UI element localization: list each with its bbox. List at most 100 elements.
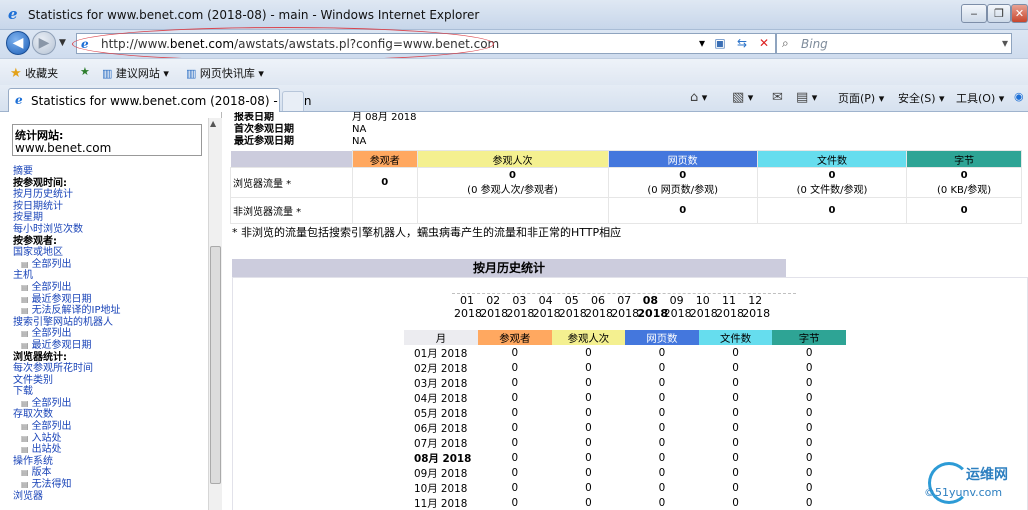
stop-icon[interactable]: ✕ — [754, 33, 774, 53]
menu-link[interactable]: 最近参观日期 — [13, 340, 121, 352]
print-button[interactable]: ▤ ▾ — [796, 90, 817, 105]
table-row: 10月 2018 0 0 0 0 0 — [404, 480, 846, 496]
menu-link[interactable]: 无法反解译的IP地址 — [13, 305, 121, 317]
scroll-thumb[interactable] — [210, 246, 221, 484]
menu-link[interactable]: 全部列出 — [13, 421, 121, 433]
month-number: 05 — [564, 294, 579, 307]
viewed-traffic-row: 浏览器流量 * 0 0 (0 参观人次/参观者) 0 (0 网页数/参观) 0 (0 文件数… — [230, 167, 1022, 198]
menu-link[interactable]: 每小时浏览次数 — [13, 224, 121, 236]
month-number: 12 — [748, 294, 763, 307]
monthly-cell: 0 — [732, 451, 739, 464]
tab-label: Statistics for www.benet.com (2018-08) -… — [31, 94, 312, 108]
month-year: 2018 — [716, 306, 744, 320]
monthly-cell: 0 — [585, 391, 592, 404]
add-favorite-icon[interactable]: ★ — [80, 65, 90, 78]
month-year: 2018 — [611, 306, 640, 320]
menu-link[interactable]: 按日期统计 — [13, 201, 121, 213]
menu-link[interactable]: 按星期 — [13, 212, 121, 224]
new-tab-button[interactable] — [282, 91, 304, 111]
menu-link[interactable]: 全部列出 — [13, 398, 121, 410]
forward-button[interactable]: ▶ — [32, 31, 56, 55]
summary-col-header: 字节 — [906, 150, 1022, 168]
web-slice-gallery-link[interactable]: ▥ 网页快讯库 ▾ — [186, 65, 264, 81]
monthly-row-label: 06月 2018 — [414, 423, 468, 435]
menu-link[interactable]: 浏览器 — [13, 491, 121, 503]
monthly-history-title: 按月历史统计 — [232, 259, 786, 277]
safety-menu[interactable]: 安全(S) ▾ — [898, 90, 945, 106]
side-menu: 摘要按参观时间:按月历史统计按日期统计按星期每小时浏览次数按参观者:国家或地区全… — [13, 166, 121, 502]
forward-arrow-icon: ▶ — [38, 35, 50, 51]
search-dropdown-icon[interactable]: ▾ — [1002, 36, 1008, 50]
history-dropdown-icon[interactable]: ▼ — [59, 38, 66, 48]
suggested-sites-link[interactable]: ▥ 建议网站 ▾ — [102, 65, 169, 81]
viewed-ratio: (0 网页数/参观) — [647, 184, 719, 196]
tab-bar: e Statistics for www.benet.com (2018-08)… — [0, 85, 1028, 112]
menu-link[interactable]: 主机 — [13, 270, 121, 282]
month-header: 11 2018 — [716, 294, 744, 320]
page-menu[interactable]: 页面(P) ▾ — [838, 90, 884, 106]
month-header: 02 2018 — [480, 294, 508, 320]
search-input[interactable]: ⌕ Bing ▾ — [776, 33, 1012, 54]
menu-link[interactable]: 摘要 — [13, 166, 121, 178]
mail-button[interactable]: ✉ — [772, 90, 783, 105]
link-icon: ▥ — [102, 67, 113, 80]
menu-link[interactable]: 出站处 — [13, 444, 121, 456]
monthly-cell: 0 — [732, 391, 739, 404]
maximize-button[interactable]: ❐ — [987, 4, 1011, 23]
monthly-row-label: 09月 2018 — [414, 468, 468, 480]
month-header: 10 2018 — [690, 294, 718, 320]
monthly-cell: 0 — [511, 406, 519, 419]
help-icon[interactable]: ◉ — [1014, 90, 1024, 103]
menu-link[interactable]: 全部列出 — [13, 259, 121, 271]
ie-logo-icon: e — [8, 5, 18, 23]
tools-menu[interactable]: 工具(O) ▾ — [956, 90, 1004, 106]
menu-link[interactable]: 全部列出 — [13, 328, 121, 340]
monthly-cell: 0 — [805, 421, 813, 434]
monthly-cell: 0 — [805, 376, 813, 389]
menu-link[interactable]: 操作系统 — [13, 456, 121, 468]
menu-link[interactable]: 版本 — [13, 467, 121, 479]
left-scrollbar[interactable]: ▲ — [208, 118, 222, 510]
back-button[interactable]: ◀ — [6, 31, 30, 55]
mail-icon: ✉ — [772, 90, 783, 105]
tab-active[interactable]: e Statistics for www.benet.com (2018-08)… — [8, 88, 312, 112]
month-number: 02 — [486, 294, 501, 307]
menu-link[interactable]: 最近参观日期 — [13, 294, 121, 306]
menu-link[interactable]: 存取次数 — [13, 409, 121, 421]
menu-link[interactable]: 入站处 — [13, 433, 121, 445]
month-year: 2018 — [506, 306, 535, 320]
table-row: 03月 2018 0 0 0 0 0 — [404, 375, 846, 391]
favorites-button[interactable]: ★ 收藏夹 — [10, 65, 58, 81]
minimize-button[interactable]: ‒ — [961, 4, 987, 23]
monthly-cell: 0 — [511, 466, 519, 479]
menu-link[interactable]: 每次参观所花时间 — [13, 363, 121, 375]
monthly-cell: 0 — [511, 376, 519, 389]
menu-link[interactable]: 按月历史统计 — [13, 189, 121, 201]
summary-col-header: 参观者 — [352, 150, 418, 168]
menu-link[interactable]: 下载 — [13, 386, 121, 398]
menu-link[interactable]: 搜索引擎网站的机器人 — [13, 317, 121, 329]
feeds-button[interactable]: ▧ ▾ — [732, 90, 753, 105]
viewed-cell: 0 (0 KB/参观) — [906, 167, 1022, 198]
monthly-cell: 0 — [805, 361, 813, 374]
monthly-cell: 0 — [511, 421, 519, 434]
menu-link[interactable]: 全部列出 — [13, 282, 121, 294]
menu-link[interactable]: 无法得知 — [13, 479, 121, 491]
monthly-cell: 0 — [585, 496, 592, 509]
close-button[interactable]: ✕ — [1011, 4, 1028, 23]
monthly-cell: 0 — [732, 496, 739, 509]
monthly-row-label: 05月 2018 — [414, 408, 468, 420]
menu-link[interactable]: 文件类别 — [13, 375, 121, 387]
menu-link[interactable]: 国家或地区 — [13, 247, 121, 259]
monthly-cell: 0 — [805, 481, 813, 494]
compat-view-icon[interactable]: ▣ — [710, 33, 730, 53]
month-header: 12 2018 — [742, 294, 770, 320]
refresh-icon[interactable]: ⇆ — [732, 33, 752, 53]
monthly-cell: 0 — [511, 481, 519, 494]
month-number: 06 — [591, 294, 605, 307]
monthly-cell: 0 — [805, 436, 813, 449]
monthly-cell: 0 — [805, 451, 813, 464]
url-dropdown-icon[interactable]: ▾ — [692, 33, 712, 53]
scroll-up-icon[interactable]: ▲ — [210, 119, 216, 128]
home-button[interactable]: ⌂ ▾ — [690, 90, 707, 105]
